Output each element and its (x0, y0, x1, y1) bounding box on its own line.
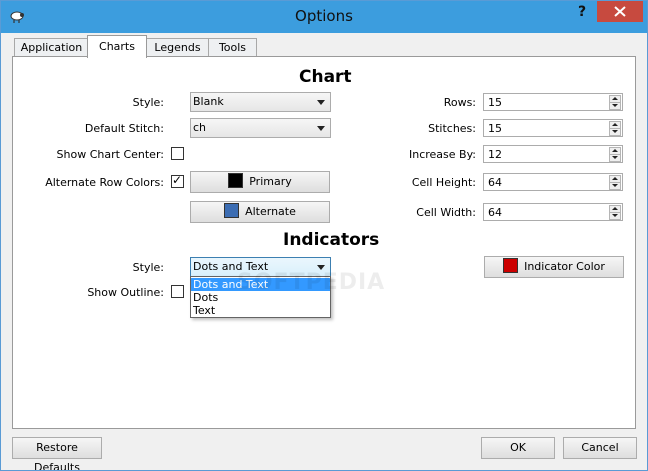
chart-style-value: Blank (193, 95, 224, 108)
chevron-down-icon (317, 126, 325, 131)
rows-label: Rows: (443, 96, 476, 109)
default-stitch-label: Default Stitch: (84, 122, 164, 135)
cell-height-value: 64 (488, 176, 502, 189)
rows-value: 15 (488, 96, 502, 109)
chart-style-select[interactable]: Blank (190, 92, 331, 112)
indicator-color-button[interactable]: Indicator Color (484, 256, 624, 278)
stitches-label: Stitches: (428, 122, 476, 135)
stitches-spinbox[interactable]: 15 (483, 119, 623, 137)
default-stitch-value: ch (193, 121, 207, 134)
dropdown-option-text[interactable]: Text (191, 304, 330, 317)
checkmark-icon: ✓ (172, 173, 183, 187)
increase-by-label: Increase By: (408, 148, 476, 161)
show-chart-center-label: Show Chart Center: (56, 148, 164, 161)
alternate-row-colors-checkbox[interactable]: ✓ (171, 173, 184, 188)
default-stitch-select[interactable]: ch (190, 118, 331, 138)
spin-down-icon[interactable] (609, 102, 621, 110)
cell-width-value: 64 (488, 206, 502, 219)
cell-height-spinbox[interactable]: 64 (483, 173, 623, 191)
spin-down-icon[interactable] (609, 154, 621, 162)
increase-by-value: 12 (488, 148, 502, 161)
cell-height-label: Cell Height: (411, 176, 476, 189)
primary-button-label: Primary (249, 175, 292, 188)
rows-spinbox[interactable]: 15 (483, 93, 623, 111)
alternate-button-label: Alternate (245, 205, 296, 218)
cell-width-spinbox[interactable]: 64 (483, 203, 623, 221)
primary-color-button[interactable]: Primary (190, 171, 330, 193)
indicators-heading: Indicators (283, 230, 380, 250)
charts-content: Chart Style: Blank Default Stitch: ch Sh… (1, 1, 647, 470)
spin-down-icon[interactable] (609, 128, 621, 136)
softpedia-watermark: SOFTPEDIA (237, 270, 386, 295)
indicator-color-swatch (503, 258, 519, 273)
stitches-value: 15 (488, 122, 502, 135)
show-outline-label: Show Outline: (87, 286, 164, 299)
spin-down-icon[interactable] (609, 182, 621, 190)
alternate-row-colors-label: Alternate Row Colors: (45, 176, 164, 189)
spin-down-icon[interactable] (609, 212, 621, 220)
show-outline-checkbox[interactable] (171, 285, 184, 298)
alternate-color-button[interactable]: Alternate (190, 201, 330, 223)
options-dialog: Options ? Application Charts Legends Too… (0, 0, 648, 471)
chart-style-label: Style: (132, 96, 164, 109)
chevron-down-icon (317, 100, 325, 105)
primary-color-swatch (228, 173, 244, 188)
alternate-color-swatch (224, 203, 240, 218)
increase-by-spinbox[interactable]: 12 (483, 145, 623, 163)
indicator-style-label: Style: (132, 261, 164, 274)
show-chart-center-checkbox[interactable] (171, 147, 184, 160)
indicator-color-label: Indicator Color (524, 260, 605, 273)
chart-heading: Chart (299, 67, 352, 87)
cell-width-label: Cell Width: (416, 206, 476, 219)
